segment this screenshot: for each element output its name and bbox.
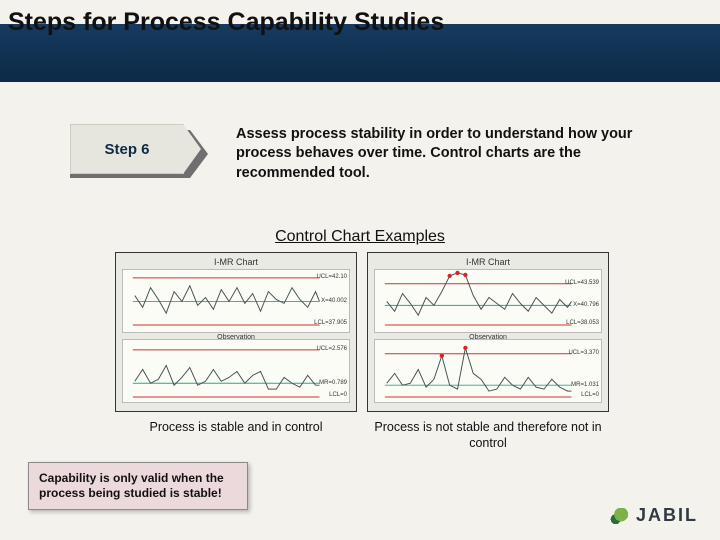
center-label: X=40.796 (573, 302, 599, 308)
brand-mark-icon (608, 508, 630, 524)
charts-row: I-MR Chart UCL=42.10 X=40.002 LCL=37.905… (115, 252, 609, 412)
step-row: Step 6 Assess process stability in order… (70, 120, 680, 188)
chart-svg (375, 340, 601, 403)
panel-mr-unstable: UCL=3.370 MR=1.031 LCL=0 (374, 339, 602, 403)
panel-mr-stable: UCL=2.576 MR=0.789 LCL=0 (122, 339, 350, 403)
step-description: Assess process stability in order to und… (236, 125, 680, 184)
ucl-label: UCL=3.370 (568, 350, 599, 356)
panel-individual-stable: UCL=42.10 X=40.002 LCL=37.905 Observatio… (122, 269, 350, 333)
lcl-label: LCL=0 (329, 392, 347, 398)
brand-wordmark: JABIL (636, 505, 698, 526)
callout-note: Capability is only valid when the proces… (28, 462, 248, 510)
examples-heading: Control Chart Examples (0, 228, 720, 246)
lcl-label: LCL=0 (581, 392, 599, 398)
step-badge: Step 6 (70, 120, 200, 188)
ucl-label: UCL=42.10 (316, 274, 347, 280)
lcl-label: LCL=37.905 (314, 320, 347, 326)
lcl-label: LCL=38.053 (566, 320, 599, 326)
caption-unstable: Process is not stable and therefore not … (367, 420, 609, 451)
center-label: MR=1.031 (571, 382, 599, 388)
ucl-label: UCL=43.539 (565, 280, 599, 286)
center-label: X=40.002 (321, 298, 347, 304)
center-label: MR=0.789 (319, 380, 347, 386)
chart-card-stable: I-MR Chart UCL=42.10 X=40.002 LCL=37.905… (115, 252, 357, 412)
panel-individual-unstable: UCL=43.539 X=40.796 LCL=38.053 Observati… (374, 269, 602, 333)
chart-title: I-MR Chart (122, 257, 350, 267)
ucl-label: UCL=2.576 (316, 346, 347, 352)
chart-title: I-MR Chart (374, 257, 602, 267)
step-badge-label: Step 6 (70, 124, 184, 174)
chart-card-unstable: I-MR Chart UCL=43.539 X=40.796 LCL=38.05… (367, 252, 609, 412)
slide: Steps for Process Capability Studies Ste… (0, 0, 720, 540)
page-title: Steps for Process Capability Studies (8, 8, 444, 37)
chart-captions: Process is stable and in control Process… (115, 420, 609, 451)
chart-svg (123, 340, 349, 403)
brand-logo: JABIL (608, 505, 698, 526)
caption-stable: Process is stable and in control (115, 420, 357, 451)
